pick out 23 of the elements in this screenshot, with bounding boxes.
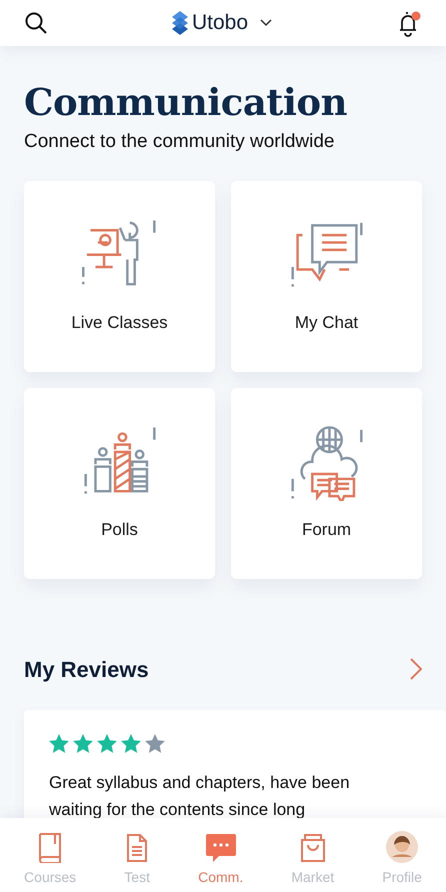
document-icon <box>126 833 148 863</box>
book-icon <box>37 831 64 863</box>
star-icon <box>73 734 93 753</box>
shopping-bag-icon <box>300 833 326 863</box>
review-text: Great syllabus and chapters, have been waiting for the contents since long <box>49 772 351 821</box>
page-title: Communication <box>24 80 348 124</box>
logo-icon <box>172 11 188 35</box>
brand-name[interactable]: Utobo <box>192 7 248 39</box>
chevron-down-icon[interactable] <box>260 19 272 27</box>
chat-icon <box>204 833 237 863</box>
feature-card[interactable]: Polls <box>24 388 215 579</box>
star-icon <box>49 734 69 753</box>
chevron-right-icon[interactable] <box>410 658 422 680</box>
section-title: My Reviews <box>24 656 149 684</box>
page-subtitle: Connect to the community worldwide <box>24 130 336 154</box>
star-icon <box>97 734 117 753</box>
feature-card[interactable]: Forum <box>231 388 422 579</box>
avatar-icon <box>386 831 418 863</box>
star-icon <box>145 734 165 753</box>
feature-card[interactable]: Live Classes <box>24 180 215 372</box>
star-icon <box>121 734 141 753</box>
feature-card[interactable]: My Chat <box>231 180 422 372</box>
search-icon[interactable] <box>24 11 48 35</box>
